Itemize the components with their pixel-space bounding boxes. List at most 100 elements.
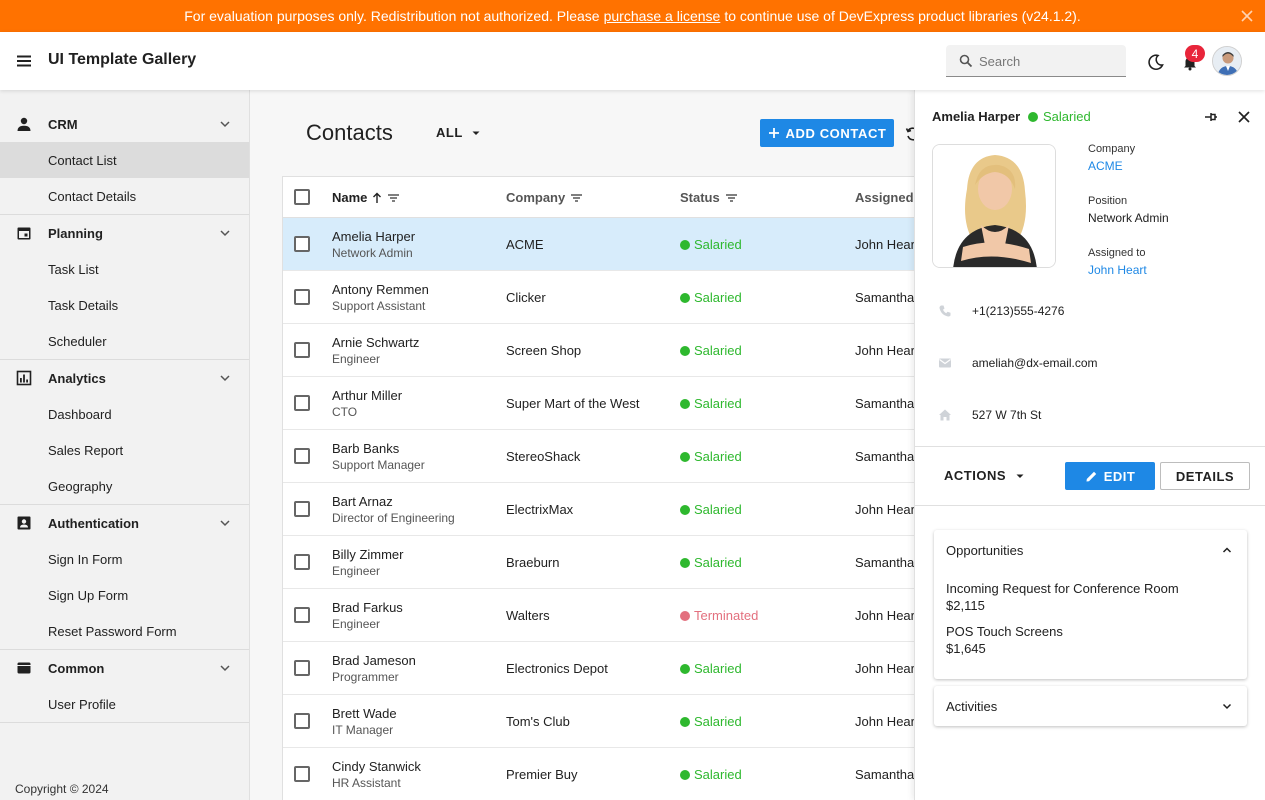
opportunity-item[interactable]: Incoming Request for Conference Room $2,… xyxy=(934,580,1247,614)
filter-icon[interactable] xyxy=(387,193,400,203)
nav-group-authentication: Authentication Sign In Form Sign Up Form… xyxy=(0,505,249,650)
row-checkbox[interactable] xyxy=(294,342,310,358)
status-filter-dropdown[interactable]: ALL xyxy=(436,125,481,140)
edit-button[interactable]: EDIT xyxy=(1065,462,1155,490)
nav-group-header-common[interactable]: Common xyxy=(0,650,249,686)
actions-label: ACTIONS xyxy=(944,468,1006,483)
activities-header[interactable]: Activities xyxy=(934,686,1247,726)
sidebar-item-task-details[interactable]: Task Details xyxy=(0,287,249,323)
row-checkbox[interactable] xyxy=(294,766,310,782)
name-cell: Antony Remmen Support Assistant xyxy=(332,282,429,313)
table-row[interactable]: Billy Zimmer Engineer Braeburn Salaried Sama… xyxy=(283,536,915,589)
nav-group-analytics: Analytics Dashboard Sales Report Geograp… xyxy=(0,360,249,505)
search-input[interactable] xyxy=(979,51,1119,71)
nav-group-label: Common xyxy=(48,660,105,676)
status-text: Salaried xyxy=(694,396,742,411)
status-text: Salaried xyxy=(694,767,742,782)
assigned-cell: John Heart xyxy=(855,608,915,623)
company-cell: Premier Buy xyxy=(506,767,578,782)
contact-name: Arnie Schwartz xyxy=(332,335,420,350)
search-box[interactable] xyxy=(946,45,1126,77)
nav-group-header-authentication[interactable]: Authentication xyxy=(0,505,249,541)
sidebar-item-contact-details[interactable]: Contact Details xyxy=(0,178,249,214)
pin-icon[interactable] xyxy=(1204,110,1218,124)
assigned-cell: John Heart xyxy=(855,714,915,729)
table-row[interactable]: Antony Remmen Support Assistant Clicker Sal… xyxy=(283,271,915,324)
row-checkbox[interactable] xyxy=(294,395,310,411)
status-dot xyxy=(680,769,690,780)
table-row[interactable]: Brad Jameson Programmer Electronics Depot S… xyxy=(283,642,915,695)
sidebar-item-user-profile[interactable]: User Profile xyxy=(0,686,249,722)
row-checkbox[interactable] xyxy=(294,448,310,464)
close-icon[interactable] xyxy=(1239,8,1255,24)
sort-ascending-icon[interactable] xyxy=(372,192,382,204)
chevron-down-icon xyxy=(220,665,230,672)
column-label: Assigned t xyxy=(855,190,915,205)
name-cell: Brad Farkus Engineer xyxy=(332,600,403,631)
table-row[interactable]: Bart Arnaz Director of Engineering Electri… xyxy=(283,483,915,536)
assigned-link[interactable]: John Heart xyxy=(1088,263,1147,277)
row-checkbox[interactable] xyxy=(294,607,310,623)
status-dot xyxy=(680,292,690,303)
sidebar-item-sales-report[interactable]: Sales Report xyxy=(0,432,249,468)
row-checkbox[interactable] xyxy=(294,554,310,570)
opportunity-item[interactable]: POS Touch Screens $1,645 xyxy=(934,623,1247,657)
contact-position: Engineer xyxy=(332,352,381,366)
opportunity-title: POS Touch Screens xyxy=(946,624,1063,639)
purchase-license-link[interactable]: purchase a license xyxy=(604,8,721,24)
table-row[interactable]: Brad Farkus Engineer Walters Terminated John… xyxy=(283,589,915,642)
row-checkbox[interactable] xyxy=(294,660,310,676)
add-contact-button[interactable]: ADD CONTACT xyxy=(760,119,894,147)
company-cell: Clicker xyxy=(506,290,546,305)
row-checkbox[interactable] xyxy=(294,501,310,517)
sidebar-item-dashboard[interactable]: Dashboard xyxy=(0,396,249,432)
plus-icon xyxy=(768,128,779,138)
company-cell: Electronics Depot xyxy=(506,661,608,676)
sidebar-item-sign-up-form[interactable]: Sign Up Form xyxy=(0,577,249,613)
nav-group-header-crm[interactable]: CRM xyxy=(0,106,249,142)
opportunity-title: Incoming Request for Conference Room xyxy=(946,581,1179,596)
table-row[interactable]: Cindy Stanwick HR Assistant Premier Buy Sal… xyxy=(283,748,915,800)
assigned-cell: Samantha xyxy=(855,767,915,782)
sidebar-item-task-list[interactable]: Task List xyxy=(0,251,249,287)
sidebar-item-geography[interactable]: Geography xyxy=(0,468,249,504)
filter-icon[interactable] xyxy=(570,193,583,203)
moon-icon[interactable] xyxy=(1147,53,1165,71)
column-header-company[interactable]: Company xyxy=(506,190,583,205)
table-row[interactable]: Arnie Schwartz Engineer Screen Shop Salarie… xyxy=(283,324,915,377)
close-icon[interactable] xyxy=(1237,110,1251,124)
row-checkbox[interactable] xyxy=(294,236,310,252)
select-all-checkbox[interactable] xyxy=(294,189,310,205)
status-cell: Salaried xyxy=(680,449,742,464)
column-header-name[interactable]: Name xyxy=(332,190,400,205)
grid-body: Amelia Harper Network Admin ACME Salaried Jo… xyxy=(283,218,915,800)
nav-group-header-planning[interactable]: Planning xyxy=(0,215,249,251)
user-avatar[interactable] xyxy=(1212,46,1242,76)
table-row[interactable]: Amelia Harper Network Admin ACME Salaried Jo… xyxy=(283,218,915,271)
status-dot xyxy=(1028,111,1038,122)
table-row[interactable]: Barb Banks Support Manager StereoShack Sala… xyxy=(283,430,915,483)
details-button[interactable]: DETAILS xyxy=(1160,462,1250,490)
sidebar-item-contact-list[interactable]: Contact List xyxy=(0,142,249,178)
company-link[interactable]: ACME xyxy=(1088,159,1123,173)
table-row[interactable]: Brett Wade IT Manager Tom's Club Salaried Jo… xyxy=(283,695,915,748)
grid-header: Name Company Status Assigned t xyxy=(283,177,915,218)
person-icon xyxy=(17,117,31,131)
row-checkbox[interactable] xyxy=(294,289,310,305)
column-header-assigned[interactable]: Assigned t xyxy=(855,190,915,205)
sidebar-item-sign-in-form[interactable]: Sign In Form xyxy=(0,541,249,577)
table-row[interactable]: Arthur Miller CTO Super Mart of the West Sa… xyxy=(283,377,915,430)
status-text: Salaried xyxy=(694,237,742,252)
filter-icon[interactable] xyxy=(725,193,738,203)
nav-group-header-analytics[interactable]: Analytics xyxy=(0,360,249,396)
sidebar-item-reset-password-form[interactable]: Reset Password Form xyxy=(0,613,249,649)
sidebar-item-scheduler[interactable]: Scheduler xyxy=(0,323,249,359)
actions-dropdown[interactable]: ACTIONS xyxy=(944,468,1025,483)
opportunities-header[interactable]: Opportunities xyxy=(934,530,1247,570)
row-checkbox[interactable] xyxy=(294,713,310,729)
column-header-status[interactable]: Status xyxy=(680,190,738,205)
contact-name: Antony Remmen xyxy=(332,282,429,297)
menu-icon[interactable] xyxy=(14,51,34,71)
company-cell: ACME xyxy=(506,237,544,252)
assigned-cell: John Heart xyxy=(855,661,915,676)
